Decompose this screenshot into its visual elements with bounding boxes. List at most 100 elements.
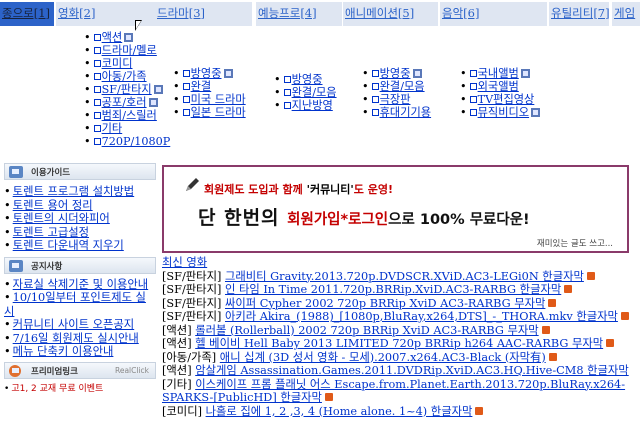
submenu-item[interactable]: 외국앨범	[460, 80, 540, 93]
checkbox-icon	[93, 73, 101, 80]
banner-line-2: 단 한번의 회원가입*로그인으로 100% 무료다운!	[198, 207, 530, 229]
checkbox-icon	[371, 96, 379, 103]
checkbox-icon	[469, 70, 477, 77]
anime-submenu: 방영중 완결/모음 극장판 휴대기기용	[362, 67, 431, 119]
notice-item[interactable]: 10/10일부터 포인트제도 실시	[4, 291, 156, 318]
new-badge-icon	[223, 69, 233, 78]
list-item[interactable]: [아동/가족] 애니 십계 (3D 성서 영화 - 모세).2007.x264.…	[162, 351, 632, 365]
submenu-item[interactable]: 범죄/스릴러	[84, 109, 170, 122]
submenu-item[interactable]: 드라마/멜로	[84, 44, 170, 57]
guide-item[interactable]: 토렌트 프로그램 설치방법	[4, 185, 156, 199]
checkbox-icon	[182, 83, 190, 90]
notice-item[interactable]: 자료실 삭제기준 및 이용안내	[4, 278, 156, 292]
new-badge-icon	[520, 69, 530, 78]
submenu-item[interactable]: 일본 드라마	[173, 106, 246, 119]
submenu-item[interactable]: 720P/1080P	[84, 135, 170, 148]
latest-title[interactable]: 최신 영화	[162, 256, 632, 270]
submenu-item[interactable]: 방영중	[173, 67, 246, 80]
list-item[interactable]: [기타] 이스케이프 프롬 플래닛 어스 Escape.from.Planet.…	[162, 378, 632, 405]
guide-item[interactable]: 토렌트 고급설정	[4, 226, 156, 240]
pen-icon	[186, 178, 199, 191]
variety-submenu: 방영중 완결/모음 지난방영	[274, 73, 337, 112]
left-column: 이용가이드 토렌트 프로그램 설치방법 토렌트 용어 정리 토렌트의 시더와피어…	[4, 163, 156, 396]
notice-header: 공지사항	[4, 256, 156, 274]
tab-variety[interactable]: 예능프로[4]	[256, 2, 342, 26]
movie-submenu: 액션 드라마/멜로 코미디 아동/가족 SF/판타지 공포/호러 범죄/스릴러 …	[84, 31, 170, 148]
tab-music[interactable]: 음악[6]	[440, 2, 547, 26]
list-item[interactable]: [액션] 헬 베이비 Hell Baby 2013 LIMITED 720p B…	[162, 337, 632, 351]
submenu-item[interactable]: 완결	[173, 80, 246, 93]
checkbox-icon	[469, 83, 477, 90]
notice-item[interactable]: 메뉴 단축키 이용안내	[4, 345, 156, 359]
checkbox-icon	[182, 96, 190, 103]
new-badge-icon	[531, 108, 541, 117]
submenu-item[interactable]: 아동/가족	[84, 70, 170, 83]
banner-line-1: 회원제도 도입과 함께 '커뮤니티'도 운영!	[204, 183, 394, 196]
submenu-item[interactable]: 방영중	[362, 67, 431, 80]
submenu-item[interactable]: SF/판타지	[84, 83, 170, 96]
submenu-item[interactable]: 완결/모음	[362, 80, 431, 93]
submenu-item[interactable]: 뮤직비디오	[460, 106, 541, 119]
notice-board-icon	[9, 259, 23, 272]
list-item[interactable]: [SF/판타지] 아키라 Akira_(1988)_[1080p,BluRay,…	[162, 310, 632, 324]
drama-submenu: 방영중 완결 미국 드라마 일본 드라마	[173, 67, 246, 119]
checkbox-icon	[182, 70, 190, 77]
checkbox-icon	[371, 83, 379, 90]
premium-header: 프리미엄링크 RealClick	[4, 361, 156, 379]
top-nav: 종으로[1] 영화[2] 드라마[3] 예능프로[4] 애니메이션[5] 음악[…	[0, 0, 640, 26]
checkbox-icon	[93, 86, 101, 93]
checkbox-icon	[93, 47, 101, 54]
tab-anime[interactable]: 애니메이션[5]	[343, 2, 438, 26]
hot-icon	[541, 325, 550, 334]
hot-icon	[606, 339, 615, 347]
notice-item[interactable]: 7/16일 회원제도 실시안내	[4, 332, 156, 346]
submenu-item[interactable]: TV편집영상	[460, 93, 540, 106]
tab-utility[interactable]: 유틸리티[7]	[549, 2, 609, 26]
hot-icon	[475, 406, 484, 415]
submenu-item[interactable]: 지난방영	[274, 99, 337, 112]
tab-drama[interactable]: 드라마[3]	[155, 2, 252, 26]
premium-item[interactable]: 고1, 2 교재 무료 이벤트	[4, 383, 156, 397]
guide-item[interactable]: 토렌트의 시더와피어	[4, 212, 156, 226]
guide-item[interactable]: 토렌트 다운내역 지우기	[4, 239, 156, 253]
guide-header: 이용가이드	[4, 163, 156, 180]
list-item[interactable]: [SF/판타지] 싸이퍼 Cypher 2002 720p BRRip XviD…	[162, 297, 632, 311]
latest-movies: 최신 영화 [SF/판타지] 그래비티 Gravity.2013.720p.DV…	[162, 256, 632, 418]
tab-movie[interactable]: 영화[2]	[56, 2, 160, 26]
new-badge-icon	[153, 85, 163, 94]
guide-item[interactable]: 토렌트 용어 정리	[4, 199, 156, 213]
submenu-item[interactable]: 기타	[84, 122, 170, 135]
checkbox-icon	[469, 109, 477, 116]
submenu-item[interactable]: 액션	[84, 31, 170, 44]
list-item[interactable]: [SF/판타지] 인 타임 In Time 2011.720p.BRRip.Xv…	[162, 283, 632, 297]
list-item[interactable]: [SF/판타지] 그래비티 Gravity.2013.720p.DVDSCR.X…	[162, 270, 632, 284]
submenu-item[interactable]: 완결/모음	[274, 86, 337, 99]
new-badge-icon	[412, 69, 422, 78]
checkbox-icon	[93, 34, 101, 41]
notice-item[interactable]: 커뮤니티 사이트 오픈공지	[4, 318, 156, 332]
tab-game[interactable]: 게임	[612, 2, 640, 26]
submenu-item[interactable]: 공포/호러	[84, 96, 170, 109]
tab-main[interactable]: 종으로[1]	[0, 2, 54, 26]
premium-list: 고1, 2 교재 무료 이벤트	[4, 383, 156, 397]
submenu-item[interactable]: 휴대기기용	[362, 106, 431, 119]
checkbox-icon	[371, 109, 379, 116]
checkbox-icon	[283, 102, 291, 109]
checkbox-icon	[469, 96, 477, 103]
premium-link-icon	[9, 364, 21, 377]
checkbox-icon	[182, 109, 190, 116]
mouse-cursor-icon	[135, 20, 142, 31]
submenu-item[interactable]: 극장판	[362, 93, 431, 106]
membership-banner[interactable]: 회원제도 도입과 함께 '커뮤니티'도 운영! 단 한번의 회원가입*로그인으로…	[162, 165, 629, 253]
list-item[interactable]: [액션] 롤러볼 (Rollerball) 2002 720p BRRip Xv…	[162, 324, 632, 338]
guide-title: 이용가이드	[31, 168, 71, 178]
submenu-item[interactable]: 코미디	[84, 57, 170, 70]
list-item[interactable]: [액션] 암살게임 Assassination.Games.2011.DVDRi…	[162, 364, 632, 378]
hot-icon	[620, 312, 629, 320]
hot-icon	[548, 298, 557, 307]
list-item[interactable]: [코미디] 나홀로 집에 1, 2 ,3, 4 (Home alone. 1~4…	[162, 405, 632, 419]
submenu-item[interactable]: 미국 드라마	[173, 93, 246, 106]
submenu-item[interactable]: 방영중	[274, 73, 337, 86]
checkbox-icon	[93, 60, 101, 67]
submenu-item[interactable]: 국내앨범	[460, 67, 540, 80]
